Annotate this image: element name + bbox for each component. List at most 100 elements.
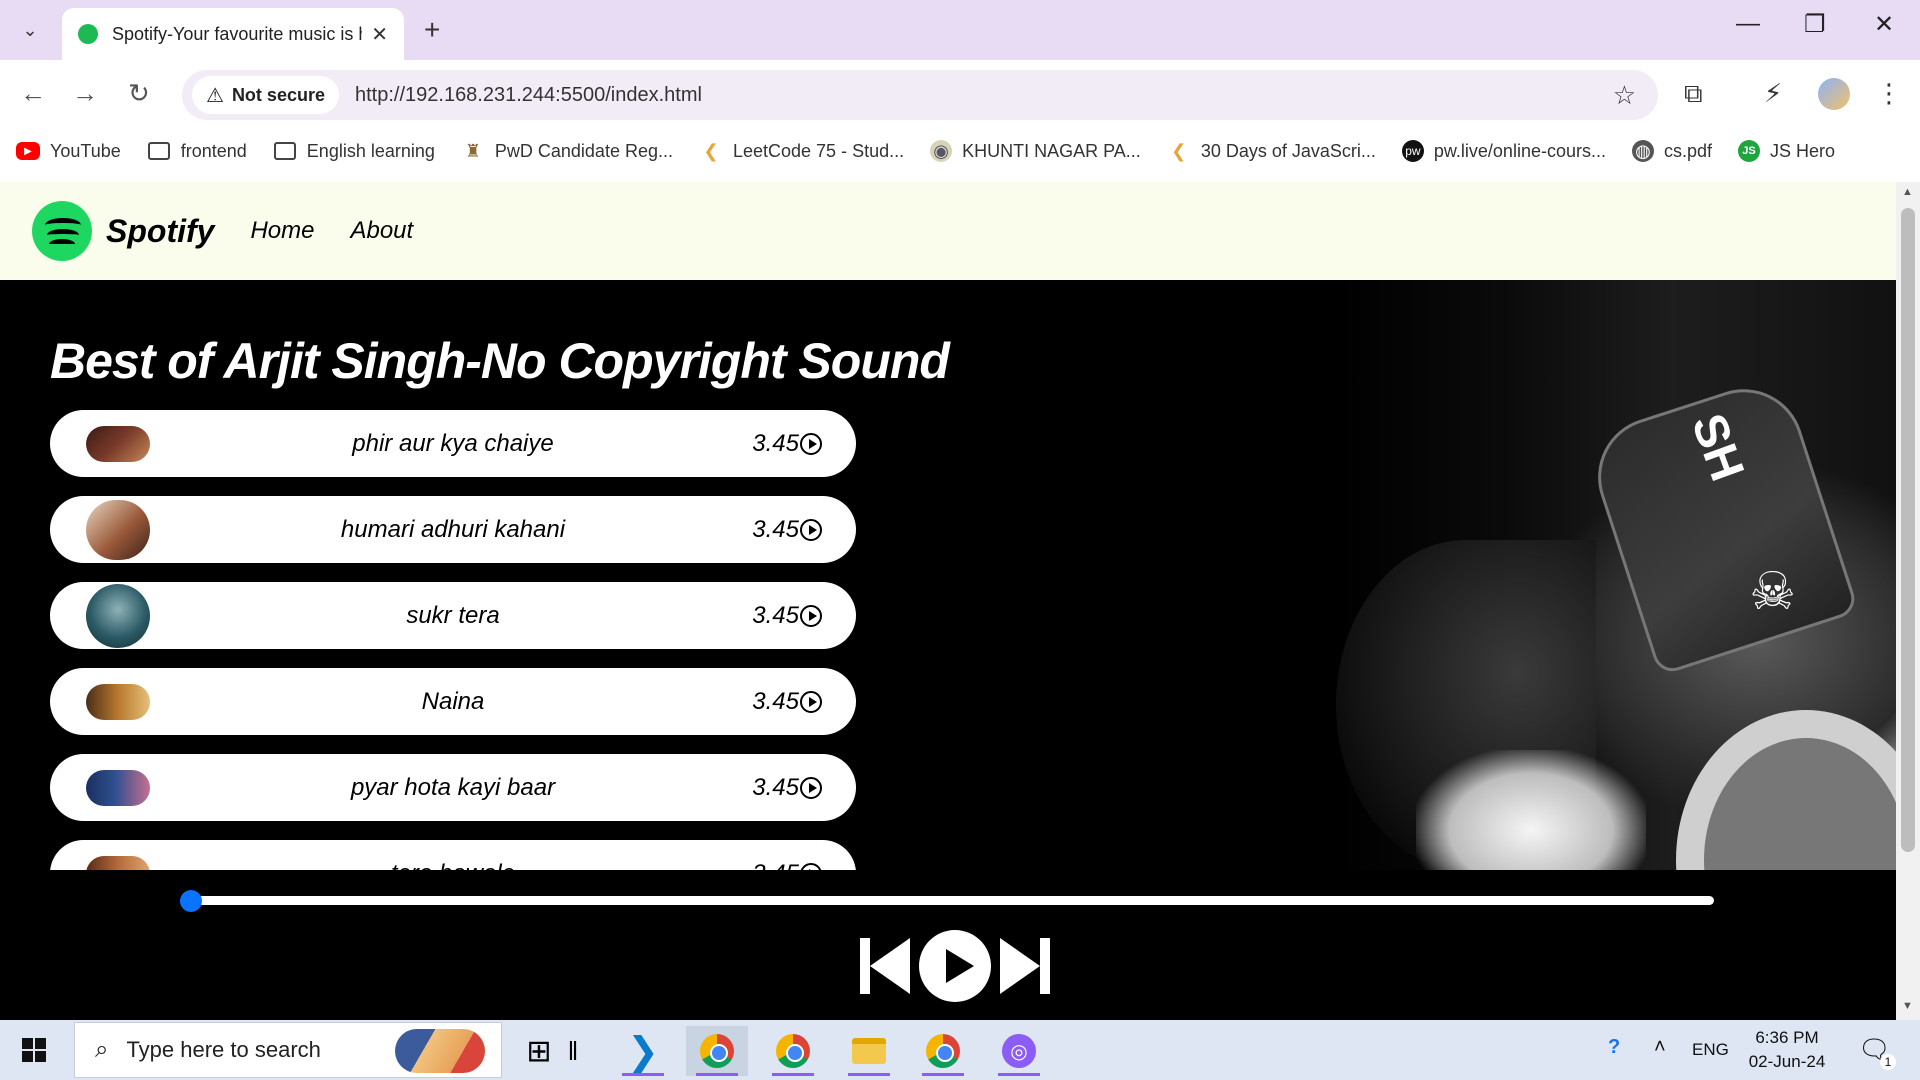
song-item[interactable]: sukr tera 3.45: [50, 582, 856, 649]
song-name: humari adhuri kahani: [340, 515, 566, 543]
close-window-button[interactable]: ✕: [1874, 10, 1894, 39]
security-indicator[interactable]: ⚠ Not secure: [192, 76, 339, 114]
bookmark-label: English learning: [306, 140, 435, 161]
tab-strip: ⌄ Spotify-Your favourite music is here ✕…: [0, 0, 1920, 60]
play-circle-icon[interactable]: [800, 690, 822, 713]
song-list: phir aur kya chaiye 3.45 humari adhuri k…: [50, 410, 856, 870]
songs-container: SH ☠ Best of Arjit Singh-No Copyright So…: [0, 280, 1896, 870]
windows-start-icon[interactable]: [22, 1038, 46, 1062]
song-time: 3.45: [752, 430, 822, 458]
player-bar: [0, 870, 1896, 1020]
play-circle-icon[interactable]: [800, 604, 822, 627]
bookmark-khunti[interactable]: ◉ KHUNTI NAGAR PA...: [930, 140, 1141, 162]
bookmark-label: JS Hero: [1770, 140, 1836, 161]
back-arrow-icon[interactable]: ←: [20, 78, 46, 109]
emblem-icon: ♜: [464, 140, 481, 161]
browser-tab-spotify[interactable]: Spotify-Your favourite music is here ✕: [62, 8, 404, 60]
minimize-button[interactable]: —: [1736, 10, 1760, 38]
song-time: 3.45: [752, 860, 822, 870]
play-icon[interactable]: [919, 930, 991, 1002]
bookmark-pw-live[interactable]: pw pw.live/online-cours...: [1401, 140, 1606, 162]
song-name: Naina: [421, 687, 485, 715]
song-name: tere hawale: [50, 860, 856, 871]
jshero-icon: JS: [1738, 140, 1761, 162]
taskbar-chrome-3[interactable]: [912, 1026, 974, 1076]
nav-about-link[interactable]: About: [350, 217, 413, 245]
folder-icon: [147, 142, 170, 160]
taskbar-search-box[interactable]: ⌕ Type here to search: [74, 1022, 502, 1078]
extensions-icon[interactable]: ⧉: [1684, 78, 1703, 110]
progress-thumb[interactable]: [180, 890, 202, 912]
new-tab-button[interactable]: +: [424, 14, 440, 46]
vscode-icon: ❯: [627, 1030, 659, 1073]
page-viewport: Spotify Home About SH ☠ Best of Arjit Si…: [0, 182, 1896, 1020]
play-circle-icon[interactable]: [800, 518, 822, 541]
spotify-logo-icon: [32, 201, 92, 261]
play-circle-icon[interactable]: [800, 862, 822, 870]
bookmark-star-icon[interactable]: ☆: [1613, 80, 1636, 111]
bookmark-js-hero[interactable]: JS JS Hero: [1738, 140, 1835, 162]
headphones-background-image: SH ☠: [1336, 280, 1896, 870]
bookmark-pwd[interactable]: ♜ PwD Candidate Reg...: [461, 139, 673, 163]
close-tab-button[interactable]: ✕: [371, 22, 388, 47]
taskbar-file-explorer[interactable]: [838, 1026, 900, 1076]
scroll-thumb[interactable]: [1901, 208, 1915, 852]
taskbar-chrome-1[interactable]: [686, 1026, 748, 1076]
taskbar-github-desktop[interactable]: ◎: [988, 1026, 1050, 1076]
song-item[interactable]: humari adhuri kahani 3.45: [50, 496, 856, 563]
bookmark-english-learning[interactable]: English learning: [273, 139, 435, 163]
site-navbar: Spotify Home About: [0, 182, 1896, 280]
pw-icon: pw: [1401, 140, 1424, 162]
menu-dots-icon[interactable]: ⋮: [1876, 78, 1902, 109]
scroll-up-icon[interactable]: ▲: [1902, 186, 1913, 198]
bookmark-30-days-js[interactable]: ❮ 30 Days of JavaScri...: [1167, 139, 1376, 163]
chrome-icon: [700, 1034, 734, 1068]
chrome-icon: [926, 1034, 960, 1068]
forward-arrow-icon[interactable]: →: [72, 78, 98, 109]
play-circle-icon[interactable]: [800, 776, 822, 799]
taskbar-chrome-2[interactable]: [762, 1026, 824, 1076]
bookmark-cs-pdf[interactable]: ◍ cs.pdf: [1631, 140, 1713, 162]
spotify-favicon-icon: [78, 24, 98, 44]
bookmark-youtube[interactable]: ▶ YouTube: [16, 141, 121, 162]
taskbar-clock[interactable]: 6:36 PM 02-Jun-24: [1732, 1026, 1842, 1074]
folder-icon: [273, 142, 296, 160]
progress-track[interactable]: [190, 896, 1714, 905]
taskbar-vscode[interactable]: ❯: [612, 1026, 674, 1076]
previous-track-icon[interactable]: [860, 938, 914, 994]
song-name: pyar hota kayi baar: [350, 773, 556, 801]
taskbar-divider-icon: ‖: [567, 1035, 579, 1066]
bookmark-leetcode[interactable]: ❮ LeetCode 75 - Stud...: [699, 139, 904, 163]
cricket-search-highlight-icon: [395, 1029, 485, 1073]
next-track-icon[interactable]: [996, 938, 1050, 994]
skull-logo-icon: ☠: [1749, 563, 1796, 621]
bookmark-frontend[interactable]: frontend: [147, 139, 247, 163]
performance-icon[interactable]: ⚡: [1764, 78, 1782, 109]
bookmark-label: pw.live/online-cours...: [1433, 140, 1606, 161]
url-text[interactable]: http://192.168.231.244:5500/index.html: [355, 84, 702, 107]
tab-title: Spotify-Your favourite music is here: [112, 23, 362, 44]
restore-button[interactable]: ❐: [1804, 10, 1826, 39]
chevron-down-icon: ⌄: [22, 19, 38, 40]
nav-home-link[interactable]: Home: [250, 217, 314, 245]
security-label: Not secure: [231, 84, 325, 105]
github-icon: ◎: [1002, 1034, 1036, 1068]
chevron-up-icon[interactable]: ˄: [1654, 1036, 1666, 1059]
search-placeholder: Type here to search: [126, 1037, 321, 1062]
scroll-down-icon[interactable]: ▼: [1902, 1000, 1913, 1012]
reload-icon[interactable]: ↻: [128, 78, 150, 109]
song-item[interactable]: pyar hota kayi baar 3.45: [50, 754, 856, 821]
youtube-icon: ▶: [16, 142, 40, 160]
profile-avatar[interactable]: [1818, 78, 1850, 110]
bookmarks-bar: ▶ YouTube frontend English learning ♜ Pw…: [0, 130, 1920, 172]
play-circle-icon[interactable]: [800, 432, 822, 455]
page-scrollbar[interactable]: ▲ ▼: [1896, 182, 1920, 1020]
language-indicator[interactable]: ENG: [1692, 1040, 1729, 1060]
help-icon[interactable]: ?: [1608, 1036, 1620, 1059]
song-item[interactable]: tere hawale 3.45: [50, 840, 856, 870]
song-item[interactable]: phir aur kya chaiye 3.45: [50, 410, 856, 477]
bookmark-label: cs.pdf: [1663, 140, 1713, 161]
tab-search-button[interactable]: ⌄: [12, 12, 48, 48]
song-item[interactable]: Naina 3.45: [50, 668, 856, 735]
address-bar[interactable]: ⚠ Not secure http://192.168.231.244:5500…: [182, 70, 1658, 120]
